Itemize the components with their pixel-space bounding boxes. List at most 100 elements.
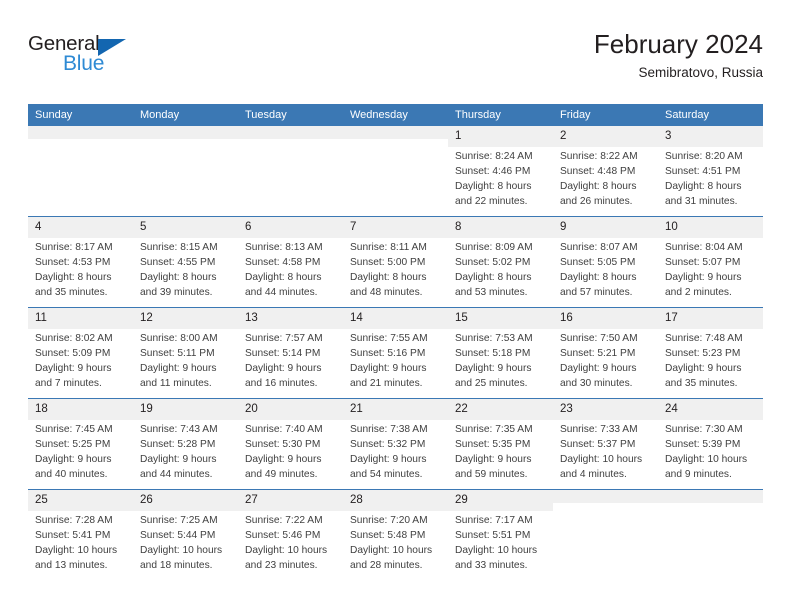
calendar-day-cell[interactable]: 14 Sunrise: 7:55 AM Sunset: 5:16 PM Dayligh… [343, 307, 448, 399]
calendar-day-cell[interactable]: 22 Sunrise: 7:35 AM Sunset: 5:35 PM Dayligh… [448, 398, 553, 490]
calendar-cell-empty [343, 126, 448, 217]
weekday-header-friday: Friday [553, 104, 658, 127]
calendar-day-cell[interactable]: 10 Sunrise: 8:04 AM Sunset: 5:07 PM Dayligh… [658, 216, 763, 308]
day-sun-info: Sunrise: 7:35 AM Sunset: 5:35 PM Daylight:… [448, 420, 553, 483]
sunset-text: Sunset: 5:48 PM [350, 529, 426, 541]
day-number: 22 [448, 399, 553, 420]
title-block: February 2024 Semibratovo, Russia [594, 29, 763, 81]
sunset-text: Sunset: 5:51 PM [455, 529, 531, 541]
sunrise-text: Sunrise: 8:17 AM [35, 241, 113, 253]
sunset-text: Sunset: 5:07 PM [665, 256, 741, 268]
calendar-day-cell[interactable]: 12 Sunrise: 8:00 AM Sunset: 5:11 PM Dayligh… [133, 307, 238, 399]
day-sun-info: Sunrise: 8:15 AM Sunset: 4:55 PM Daylight:… [133, 238, 238, 301]
day-sun-info: Sunrise: 8:13 AM Sunset: 4:58 PM Daylight:… [238, 238, 343, 301]
calendar-day-cell[interactable]: 1 Sunrise: 8:24 AM Sunset: 4:46 PM Daylight… [448, 126, 553, 217]
calendar-day-cell[interactable]: 3 Sunrise: 8:20 AM Sunset: 4:51 PM Daylight… [658, 126, 763, 217]
calendar-cell-empty [28, 126, 133, 217]
day-sun-info: Sunrise: 8:00 AM Sunset: 5:11 PM Daylight:… [133, 329, 238, 392]
calendar-cell-empty [238, 126, 343, 217]
day-sun-info: Sunrise: 7:28 AM Sunset: 5:41 PM Daylight:… [28, 511, 133, 574]
sunset-text: Sunset: 4:53 PM [35, 256, 111, 268]
daylight-text: Daylight: 8 hours and 39 minutes. [140, 271, 217, 298]
sunrise-text: Sunrise: 8:09 AM [455, 241, 533, 253]
calendar-day-cell[interactable]: 2 Sunrise: 8:22 AM Sunset: 4:48 PM Daylight… [553, 126, 658, 217]
day-sun-info: Sunrise: 7:57 AM Sunset: 5:14 PM Daylight:… [238, 329, 343, 392]
daylight-text: Daylight: 9 hours and 40 minutes. [35, 453, 112, 480]
calendar-day-cell[interactable]: 7 Sunrise: 8:11 AM Sunset: 5:00 PM Daylight… [343, 216, 448, 308]
calendar-day-cell[interactable]: 18 Sunrise: 7:45 AM Sunset: 5:25 PM Dayligh… [28, 398, 133, 490]
sunrise-text: Sunrise: 8:22 AM [560, 150, 638, 162]
daylight-text: Daylight: 8 hours and 26 minutes. [560, 180, 637, 207]
day-sun-info: Sunrise: 8:07 AM Sunset: 5:05 PM Daylight:… [553, 238, 658, 301]
calendar-header-row: Sunday Monday Tuesday Wednesday Thursday… [28, 104, 763, 127]
day-sun-info: Sunrise: 8:09 AM Sunset: 5:02 PM Daylight:… [448, 238, 553, 301]
day-sun-info: Sunrise: 7:30 AM Sunset: 5:39 PM Daylight:… [658, 420, 763, 483]
daylight-text: Daylight: 9 hours and 49 minutes. [245, 453, 322, 480]
day-sun-info: Sunrise: 7:55 AM Sunset: 5:16 PM Daylight:… [343, 329, 448, 392]
calendar-day-cell[interactable]: 5 Sunrise: 8:15 AM Sunset: 4:55 PM Daylight… [133, 216, 238, 308]
calendar-day-cell[interactable]: 4 Sunrise: 8:17 AM Sunset: 4:53 PM Daylight… [28, 216, 133, 308]
day-sun-info: Sunrise: 7:50 AM Sunset: 5:21 PM Daylight:… [553, 329, 658, 392]
calendar-day-cell[interactable]: 19 Sunrise: 7:43 AM Sunset: 5:28 PM Dayligh… [133, 398, 238, 490]
daylight-text: Daylight: 9 hours and 2 minutes. [665, 271, 742, 298]
sunrise-text: Sunrise: 7:17 AM [455, 514, 533, 526]
calendar-day-cell[interactable]: 26 Sunrise: 7:25 AM Sunset: 5:44 PM Dayligh… [133, 489, 238, 581]
calendar-day-cell[interactable]: 20 Sunrise: 7:40 AM Sunset: 5:30 PM Dayligh… [238, 398, 343, 490]
calendar-day-cell[interactable]: 24 Sunrise: 7:30 AM Sunset: 5:39 PM Dayligh… [658, 398, 763, 490]
day-number [133, 126, 238, 140]
sunrise-text: Sunrise: 7:55 AM [350, 332, 428, 344]
calendar-day-cell[interactable]: 17 Sunrise: 7:48 AM Sunset: 5:23 PM Dayligh… [658, 307, 763, 399]
calendar-day-cell[interactable]: 16 Sunrise: 7:50 AM Sunset: 5:21 PM Dayligh… [553, 307, 658, 399]
sunset-text: Sunset: 5:30 PM [245, 438, 321, 450]
daylight-text: Daylight: 10 hours and 9 minutes. [665, 453, 748, 480]
sunset-text: Sunset: 4:51 PM [665, 165, 741, 177]
sunrise-text: Sunrise: 7:57 AM [245, 332, 323, 344]
calendar-day-cell[interactable]: 27 Sunrise: 7:22 AM Sunset: 5:46 PM Dayligh… [238, 489, 343, 581]
calendar-week-row: 1 Sunrise: 8:24 AM Sunset: 4:46 PM Daylight… [28, 126, 763, 217]
general-blue-logo[interactable]: General Blue [28, 33, 228, 90]
calendar-week-row: 18 Sunrise: 7:45 AM Sunset: 5:25 PM Dayligh… [28, 398, 763, 490]
weekday-header-thursday: Thursday [448, 104, 553, 127]
daylight-text: Daylight: 8 hours and 44 minutes. [245, 271, 322, 298]
daylight-text: Daylight: 8 hours and 53 minutes. [455, 271, 532, 298]
calendar-day-cell[interactable]: 11 Sunrise: 8:02 AM Sunset: 5:09 PM Dayligh… [28, 307, 133, 399]
sunrise-text: Sunrise: 7:28 AM [35, 514, 113, 526]
day-number: 29 [448, 490, 553, 511]
sunset-text: Sunset: 4:48 PM [560, 165, 636, 177]
calendar-day-cell[interactable]: 15 Sunrise: 7:53 AM Sunset: 5:18 PM Dayligh… [448, 307, 553, 399]
daylight-text: Daylight: 8 hours and 35 minutes. [35, 271, 112, 298]
day-number: 27 [238, 490, 343, 511]
calendar-day-cell[interactable]: 29 Sunrise: 7:17 AM Sunset: 5:51 PM Dayligh… [448, 489, 553, 581]
calendar-day-cell[interactable]: 28 Sunrise: 7:20 AM Sunset: 5:48 PM Dayligh… [343, 489, 448, 581]
daylight-text: Daylight: 9 hours and 30 minutes. [560, 362, 637, 389]
day-number: 14 [343, 308, 448, 329]
daylight-text: Daylight: 8 hours and 57 minutes. [560, 271, 637, 298]
calendar-day-cell[interactable]: 23 Sunrise: 7:33 AM Sunset: 5:37 PM Dayligh… [553, 398, 658, 490]
sunrise-text: Sunrise: 8:04 AM [665, 241, 743, 253]
daylight-text: Daylight: 9 hours and 25 minutes. [455, 362, 532, 389]
day-sun-info: Sunrise: 7:22 AM Sunset: 5:46 PM Daylight:… [238, 511, 343, 574]
day-sun-info: Sunrise: 7:38 AM Sunset: 5:32 PM Daylight:… [343, 420, 448, 483]
sunset-text: Sunset: 4:55 PM [140, 256, 216, 268]
calendar-day-cell[interactable]: 25 Sunrise: 7:28 AM Sunset: 5:41 PM Dayligh… [28, 489, 133, 581]
calendar-day-cell[interactable]: 21 Sunrise: 7:38 AM Sunset: 5:32 PM Dayligh… [343, 398, 448, 490]
calendar-week-row: 25 Sunrise: 7:28 AM Sunset: 5:41 PM Dayligh… [28, 489, 763, 581]
weekday-header-wednesday: Wednesday [343, 104, 448, 127]
day-number: 25 [28, 490, 133, 511]
day-number: 1 [448, 126, 553, 147]
sunset-text: Sunset: 5:09 PM [35, 347, 111, 359]
daylight-text: Daylight: 9 hours and 54 minutes. [350, 453, 427, 480]
calendar-day-cell[interactable]: 8 Sunrise: 8:09 AM Sunset: 5:02 PM Daylight… [448, 216, 553, 308]
calendar-day-cell[interactable]: 9 Sunrise: 8:07 AM Sunset: 5:05 PM Daylight… [553, 216, 658, 308]
day-number: 5 [133, 217, 238, 238]
day-number: 13 [238, 308, 343, 329]
sunset-text: Sunset: 5:37 PM [560, 438, 636, 450]
daylight-text: Daylight: 9 hours and 11 minutes. [140, 362, 217, 389]
day-sun-info: Sunrise: 7:33 AM Sunset: 5:37 PM Daylight:… [553, 420, 658, 483]
page-subtitle: Semibratovo, Russia [638, 65, 763, 81]
sunrise-text: Sunrise: 8:00 AM [140, 332, 218, 344]
day-number: 8 [448, 217, 553, 238]
calendar-day-cell[interactable]: 6 Sunrise: 8:13 AM Sunset: 4:58 PM Daylight… [238, 216, 343, 308]
sunrise-text: Sunrise: 7:33 AM [560, 423, 638, 435]
calendar-day-cell[interactable]: 13 Sunrise: 7:57 AM Sunset: 5:14 PM Dayligh… [238, 307, 343, 399]
